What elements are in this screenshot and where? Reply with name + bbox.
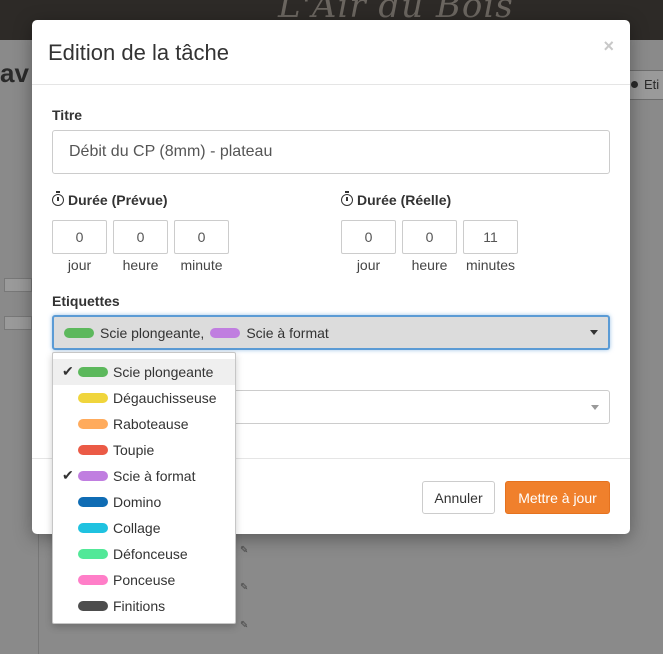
dropdown-option-label: Scie à format (113, 468, 196, 484)
stopwatch-icon (52, 191, 64, 206)
tags-dropdown: ✔ Scie plongeante Dégauchisseuse Raboteause… (52, 352, 236, 624)
dropdown-option[interactable]: Toupie (53, 437, 235, 463)
background-card (4, 278, 32, 292)
chevron-down-icon (591, 405, 599, 410)
close-button[interactable]: × (603, 36, 614, 57)
planned-days-input[interactable] (52, 220, 107, 254)
tag-color-swatch (78, 445, 108, 455)
page-heading: av (0, 58, 29, 88)
actual-duration-label: Durée (Réelle) (341, 191, 452, 208)
modal-header: Edition de la tâche × (32, 20, 630, 85)
actual-hours-unit: heure (411, 257, 448, 273)
background-pencil-icon: ✎ (240, 545, 249, 556)
modal-title: Edition de la tâche (48, 40, 230, 65)
tag-color-swatch (78, 419, 108, 429)
tag-color-swatch (78, 575, 108, 585)
dropdown-option-label: Raboteause (113, 416, 189, 432)
tag-color-swatch (78, 471, 108, 481)
title-label: Titre (52, 107, 83, 123)
planned-minutes-unit: minute (180, 257, 223, 273)
stopwatch-icon (341, 191, 353, 206)
planned-duration-text: Durée (Prévue) (68, 192, 168, 208)
checkmark-icon: ✔ (62, 363, 74, 379)
tag-color-swatch (78, 601, 108, 611)
dropdown-option-label: Dégauchisseuse (113, 390, 217, 406)
planned-hours-unit: heure (122, 257, 159, 273)
dropdown-option[interactable]: ✔ Scie plongeante (53, 359, 235, 385)
dropdown-option-label: Ponceuse (113, 572, 176, 588)
dropdown-option-label: Scie plongeante (113, 364, 214, 380)
dropdown-option[interactable]: ✔ Scie à format (53, 463, 235, 489)
planned-minutes-input[interactable] (174, 220, 229, 254)
tags-label: Etiquettes (52, 293, 120, 309)
dropdown-option[interactable]: Domino (53, 489, 235, 515)
dropdown-option-label: Défonceuse (113, 546, 188, 562)
dropdown-option-label: Collage (113, 520, 161, 536)
title-input[interactable] (52, 130, 610, 174)
dropdown-option[interactable]: Finitions (53, 593, 235, 619)
background-button-label: Eti (644, 77, 660, 92)
actual-hours-input[interactable] (402, 220, 457, 254)
dropdown-option-label: Finitions (113, 598, 166, 614)
dropdown-option[interactable]: Dégauchisseuse (53, 385, 235, 411)
tag-color-swatch (78, 393, 108, 403)
actual-days-input[interactable] (341, 220, 396, 254)
actual-minutes-input[interactable] (463, 220, 518, 254)
dropdown-option-label: Toupie (113, 442, 155, 458)
tag-color-swatch (78, 497, 108, 507)
tag-color-swatch (78, 523, 108, 533)
background-connector (38, 520, 39, 654)
dropdown-option[interactable]: Raboteause (53, 411, 235, 437)
dropdown-option[interactable]: Défonceuse (53, 541, 235, 567)
planned-duration-label: Durée (Prévue) (52, 191, 168, 208)
dropdown-option[interactable]: Ponceuse (53, 567, 235, 593)
actual-days-unit: jour (356, 257, 381, 273)
tag-color-swatch (78, 367, 108, 377)
selected-tag: Scie à format (246, 324, 329, 341)
background-card (4, 316, 32, 330)
dropdown-option-label: Domino (113, 494, 162, 510)
background-button-dot (631, 81, 638, 88)
tag-color-chip (64, 327, 94, 338)
tag-color-swatch (78, 549, 108, 559)
planned-hours-input[interactable] (113, 220, 168, 254)
background-pencil-icon: ✎ (240, 582, 249, 593)
actual-duration-text: Durée (Réelle) (357, 192, 452, 208)
actual-minutes-unit: minutes (465, 257, 516, 273)
dropdown-option[interactable]: Collage (53, 515, 235, 541)
checkmark-icon: ✔ (62, 467, 74, 483)
background-pencil-icon: ✎ (240, 620, 249, 631)
update-button[interactable]: Mettre à jour (505, 481, 610, 514)
tags-select[interactable]: Scie plongeante, Scie à format (52, 315, 610, 350)
chevron-down-icon (590, 330, 598, 335)
tag-color-chip (210, 327, 241, 338)
cancel-button[interactable]: Annuler (422, 481, 495, 514)
planned-days-unit: jour (67, 257, 92, 273)
selected-tag: Scie plongeante, (100, 324, 205, 341)
